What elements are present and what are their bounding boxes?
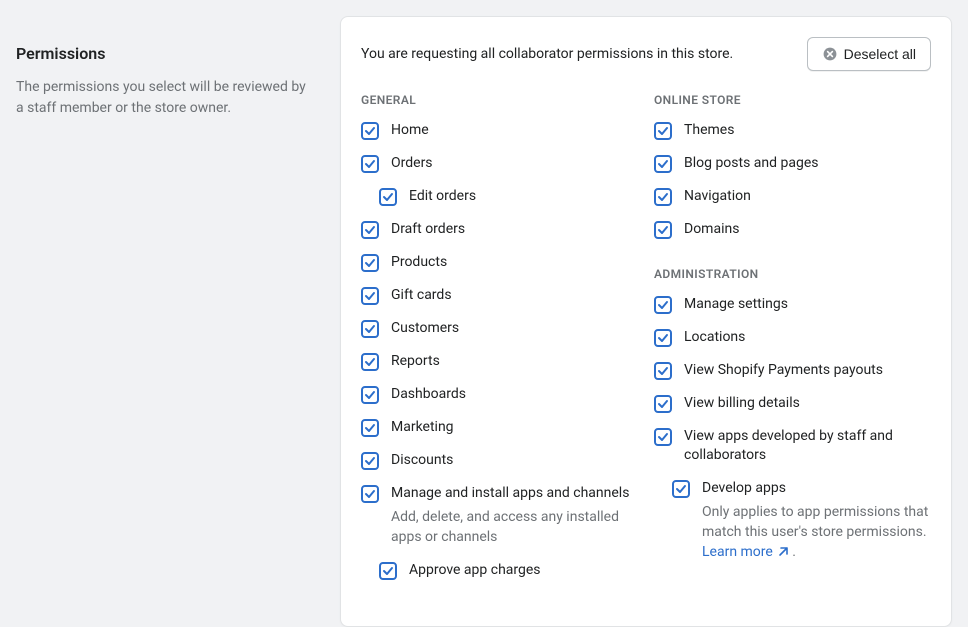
right-column: ONLINE STORE Themes Blog posts and pages… <box>654 93 931 594</box>
develop-desc-text: Only applies to app permissions that mat… <box>702 504 928 540</box>
perm-discounts-label: Discounts <box>391 451 453 470</box>
header-message: You are requesting all collaborator perm… <box>361 46 733 62</box>
permissions-card: You are requesting all collaborator perm… <box>340 16 952 627</box>
administration-title: ADMINISTRATION <box>654 267 931 281</box>
perm-themes[interactable]: Themes <box>654 121 931 140</box>
learn-more-label: Learn more <box>702 542 773 562</box>
perm-manage-settings[interactable]: Manage settings <box>654 295 931 314</box>
perm-dashboards[interactable]: Dashboards <box>361 385 638 404</box>
cancel-circle-icon <box>822 46 838 62</box>
perm-orders-label: Orders <box>391 154 433 173</box>
deselect-all-button[interactable]: Deselect all <box>807 37 931 71</box>
external-link-icon <box>777 546 789 558</box>
perm-view-apps-label: View apps developed by staff and collabo… <box>684 427 931 465</box>
perm-home-label: Home <box>391 121 429 140</box>
perm-products-label: Products <box>391 253 447 272</box>
perm-blog[interactable]: Blog posts and pages <box>654 154 931 173</box>
perm-locations[interactable]: Locations <box>654 328 931 347</box>
checkbox-checked-icon[interactable] <box>654 155 672 173</box>
perm-approve-charges-label: Approve app charges <box>409 561 541 580</box>
checkbox-checked-icon[interactable] <box>654 122 672 140</box>
perm-products[interactable]: Products <box>361 253 638 272</box>
learn-more-link[interactable]: Learn more <box>702 542 789 562</box>
checkbox-checked-icon[interactable] <box>361 386 379 404</box>
checkbox-checked-icon[interactable] <box>654 188 672 206</box>
general-section: GENERAL Home Orders Edit orders <box>361 93 638 580</box>
perm-gift-cards-label: Gift cards <box>391 286 452 305</box>
permissions-sidebar: Permissions The permissions you select w… <box>16 16 316 627</box>
perm-view-apps[interactable]: View apps developed by staff and collabo… <box>654 427 931 465</box>
perm-reports[interactable]: Reports <box>361 352 638 371</box>
perm-edit-orders[interactable]: Edit orders <box>379 187 638 206</box>
checkbox-checked-icon[interactable] <box>654 221 672 239</box>
perm-view-payouts-label: View Shopify Payments payouts <box>684 361 883 380</box>
checkbox-checked-icon[interactable] <box>654 329 672 347</box>
checkbox-checked-icon[interactable] <box>361 485 379 503</box>
perm-blog-label: Blog posts and pages <box>684 154 819 173</box>
perm-edit-orders-label: Edit orders <box>409 187 476 206</box>
checkbox-checked-icon[interactable] <box>361 353 379 371</box>
checkbox-checked-icon[interactable] <box>361 320 379 338</box>
checkbox-checked-icon[interactable] <box>361 122 379 140</box>
general-column: GENERAL Home Orders Edit orders <box>361 93 638 594</box>
perm-develop-apps-label: Develop apps <box>702 479 931 498</box>
online-store-title: ONLINE STORE <box>654 93 931 107</box>
perm-home[interactable]: Home <box>361 121 638 140</box>
checkbox-checked-icon[interactable] <box>361 287 379 305</box>
checkbox-checked-icon[interactable] <box>361 452 379 470</box>
permissions-title: Permissions <box>16 44 316 63</box>
perm-manage-apps[interactable]: Manage and install apps and channels Add… <box>361 484 638 547</box>
perm-view-billing-label: View billing details <box>684 394 800 413</box>
online-store-section: ONLINE STORE Themes Blog posts and pages… <box>654 93 931 239</box>
perm-manage-apps-desc: Add, delete, and access any installed ap… <box>391 507 638 548</box>
deselect-all-label: Deselect all <box>844 46 916 62</box>
administration-section: ADMINISTRATION Manage settings Locations… <box>654 267 931 563</box>
checkbox-checked-icon[interactable] <box>379 188 397 206</box>
perm-marketing[interactable]: Marketing <box>361 418 638 437</box>
perm-discounts[interactable]: Discounts <box>361 451 638 470</box>
general-title: GENERAL <box>361 93 638 107</box>
checkbox-checked-icon[interactable] <box>379 562 397 580</box>
perm-approve-charges[interactable]: Approve app charges <box>379 561 638 580</box>
perm-navigation-label: Navigation <box>684 187 751 206</box>
perm-marketing-label: Marketing <box>391 418 454 437</box>
checkbox-checked-icon[interactable] <box>654 395 672 413</box>
perm-reports-label: Reports <box>391 352 440 371</box>
checkbox-checked-icon[interactable] <box>361 419 379 437</box>
checkbox-checked-icon[interactable] <box>361 254 379 272</box>
perm-draft-orders-label: Draft orders <box>391 220 465 239</box>
perm-view-payouts[interactable]: View Shopify Payments payouts <box>654 361 931 380</box>
checkbox-checked-icon[interactable] <box>361 221 379 239</box>
perm-manage-settings-label: Manage settings <box>684 295 788 314</box>
checkbox-checked-icon[interactable] <box>654 296 672 314</box>
perm-locations-label: Locations <box>684 328 745 347</box>
perm-develop-apps[interactable]: Develop apps Only applies to app permiss… <box>672 479 931 563</box>
perm-orders[interactable]: Orders <box>361 154 638 173</box>
checkbox-checked-icon[interactable] <box>361 155 379 173</box>
checkbox-checked-icon[interactable] <box>654 362 672 380</box>
perm-domains[interactable]: Domains <box>654 220 931 239</box>
perm-manage-apps-label: Manage and install apps and channels <box>391 484 638 503</box>
perm-develop-apps-desc: Only applies to app permissions that mat… <box>702 502 931 563</box>
perm-dashboards-label: Dashboards <box>391 385 466 404</box>
perm-view-billing[interactable]: View billing details <box>654 394 931 413</box>
perm-domains-label: Domains <box>684 220 739 239</box>
perm-draft-orders[interactable]: Draft orders <box>361 220 638 239</box>
checkbox-checked-icon[interactable] <box>654 428 672 446</box>
perm-customers[interactable]: Customers <box>361 319 638 338</box>
perm-themes-label: Themes <box>684 121 734 140</box>
develop-desc-period: . <box>789 544 796 560</box>
perm-customers-label: Customers <box>391 319 459 338</box>
checkbox-checked-icon[interactable] <box>672 480 690 498</box>
permissions-desc: The permissions you select will be revie… <box>16 77 316 119</box>
perm-navigation[interactable]: Navigation <box>654 187 931 206</box>
perm-gift-cards[interactable]: Gift cards <box>361 286 638 305</box>
